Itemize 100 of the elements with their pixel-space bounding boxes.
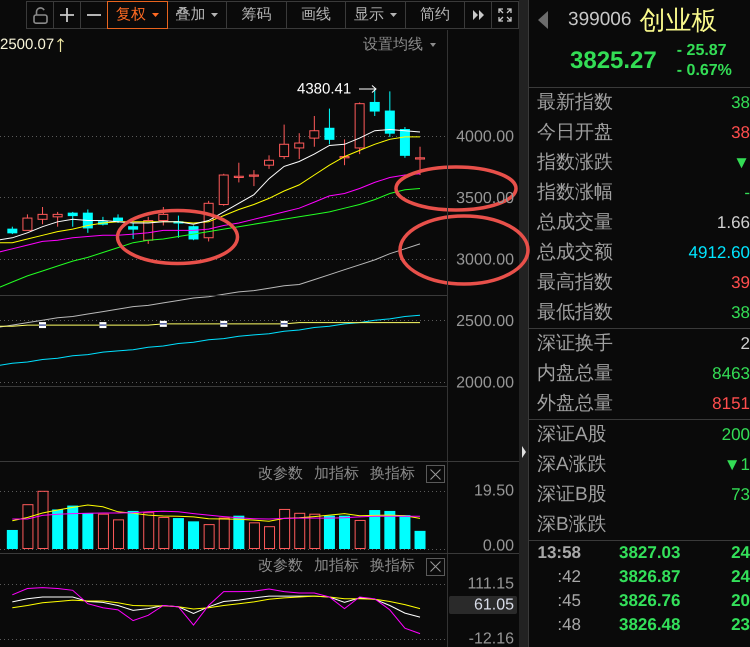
field-label: 指数涨跌 [537, 150, 613, 175]
close-button[interactable] [426, 558, 445, 576]
field-value: ▼ [733, 152, 750, 174]
field-label: 最低指数 [537, 300, 613, 325]
triangle-left-icon [538, 11, 548, 29]
tick-time: :45 [556, 590, 581, 612]
tick-time: 13:58 [537, 542, 581, 564]
field-label: 指数涨幅 [537, 180, 613, 205]
field-label: 总成交额 [537, 240, 613, 265]
pane-action-link[interactable]: 换指标 [370, 555, 415, 578]
padlock-icon[interactable] [32, 6, 48, 24]
candlestick [309, 115, 320, 148]
field-value: ▼1 [724, 454, 750, 476]
splitter-bar[interactable] [519, 0, 528, 647]
double-triangle-right-icon[interactable] [472, 10, 484, 20]
tick-price: 3827.03 [619, 542, 680, 564]
lock-button[interactable] [26, 1, 54, 29]
candlestick [82, 208, 93, 234]
field-label: 深B涨跌 [537, 512, 607, 537]
volume-axis-label: 0.00 [482, 538, 514, 553]
field-label: 最新指数 [537, 90, 613, 115]
arrow-up-icon [57, 38, 64, 52]
tick-volume: 24 [731, 542, 750, 564]
candlestick [264, 154, 274, 170]
tick-volume: 24 [731, 566, 750, 588]
toolbar-button[interactable]: 画线 [286, 1, 346, 29]
candlestick [415, 146, 426, 176]
field-value: - [744, 182, 750, 204]
field-label: 内盘总量 [537, 362, 613, 386]
candlestick [354, 102, 365, 155]
pane-action-link[interactable]: 改参数 [258, 555, 303, 578]
close-icon [430, 468, 441, 480]
line-marker-icon [39, 322, 46, 328]
candlestick [38, 206, 48, 225]
index-name: 创业板 [639, 4, 718, 36]
field-label: 今日开盘 [537, 120, 613, 145]
volume-axis-label: 19.50 [474, 482, 514, 500]
candlestick [128, 222, 138, 240]
pane-action-link[interactable]: 加指标 [314, 462, 359, 486]
candlestick [340, 138, 350, 166]
field-value: 73 [731, 484, 750, 506]
tick-price: 3826.87 [619, 566, 680, 588]
line-marker-icon [280, 320, 288, 327]
price-axis-label: 4000.00 [456, 128, 514, 146]
fullscreen-button[interactable] [491, 1, 519, 29]
indicator-axis-label: 111.15 [467, 576, 514, 592]
candlestick [113, 214, 124, 224]
field-label: 总成交量 [537, 210, 613, 235]
tick-time: :48 [556, 614, 581, 636]
price-axis-label: 2000.00 [456, 374, 514, 392]
line-marker-icon [220, 320, 228, 327]
field-value: 38 [731, 122, 750, 144]
field-value: 1.66 [716, 212, 750, 234]
pane-action-link[interactable]: 改参数 [258, 462, 303, 486]
candlestick [98, 216, 108, 226]
price-change: - 25.87 [676, 40, 728, 60]
tick-volume: 20 [731, 590, 750, 612]
arrow-right-icon [358, 85, 377, 93]
indicator-axis-label: -12.16 [468, 630, 514, 647]
moving-average-settings-button[interactable]: 设置均线 [363, 34, 436, 56]
candlestick [279, 124, 290, 160]
field-value: 4912.60 [688, 242, 750, 264]
plus-icon[interactable] [60, 8, 74, 22]
index-code: 399006 [568, 8, 632, 32]
previous-button[interactable] [538, 11, 548, 29]
zoom-out-button[interactable] [80, 1, 108, 29]
candlestick [234, 162, 244, 183]
field-value: 8463 [712, 363, 750, 386]
pane-action-link[interactable]: 加指标 [314, 555, 359, 578]
low-price-label: 2500.07 [0, 34, 54, 55]
field-label: 外盘总量 [537, 392, 613, 416]
candlestick [248, 170, 259, 187]
triangle-right-icon[interactable] [522, 446, 526, 458]
toolbar-button[interactable]: 叠加 [166, 1, 227, 29]
current-value-tag: 61.05 [449, 596, 517, 614]
candlestick [7, 226, 18, 235]
tick-volume: 23 [731, 614, 750, 636]
line-marker-icon [160, 320, 167, 327]
candlestick [294, 132, 304, 160]
zoom-in-button[interactable] [53, 1, 81, 29]
field-value: 8151 [712, 393, 750, 416]
toolbar-button[interactable]: 复权 [107, 1, 168, 29]
pane-action-link[interactable]: 换指标 [370, 462, 415, 486]
fullscreen-icon[interactable] [498, 8, 512, 22]
toolbar-button[interactable]: 简约 [404, 1, 465, 29]
candlestick [324, 108, 334, 145]
close-button[interactable] [426, 465, 445, 483]
field-label: 深证A股 [537, 422, 607, 447]
tick-time: :42 [556, 566, 581, 588]
candlestick [400, 126, 410, 158]
field-label: 深证B股 [537, 482, 607, 507]
candlestick [218, 173, 229, 206]
candlestick [143, 216, 154, 244]
field-value: 39 [731, 272, 750, 294]
toolbar-button[interactable]: 显示 [345, 1, 406, 29]
index-price: 3825.27 [570, 46, 657, 76]
price-axis-label: 3000.00 [456, 252, 514, 269]
more-button[interactable] [464, 1, 492, 29]
candlestick [22, 214, 32, 231]
toolbar-button[interactable]: 筹码 [226, 1, 286, 29]
